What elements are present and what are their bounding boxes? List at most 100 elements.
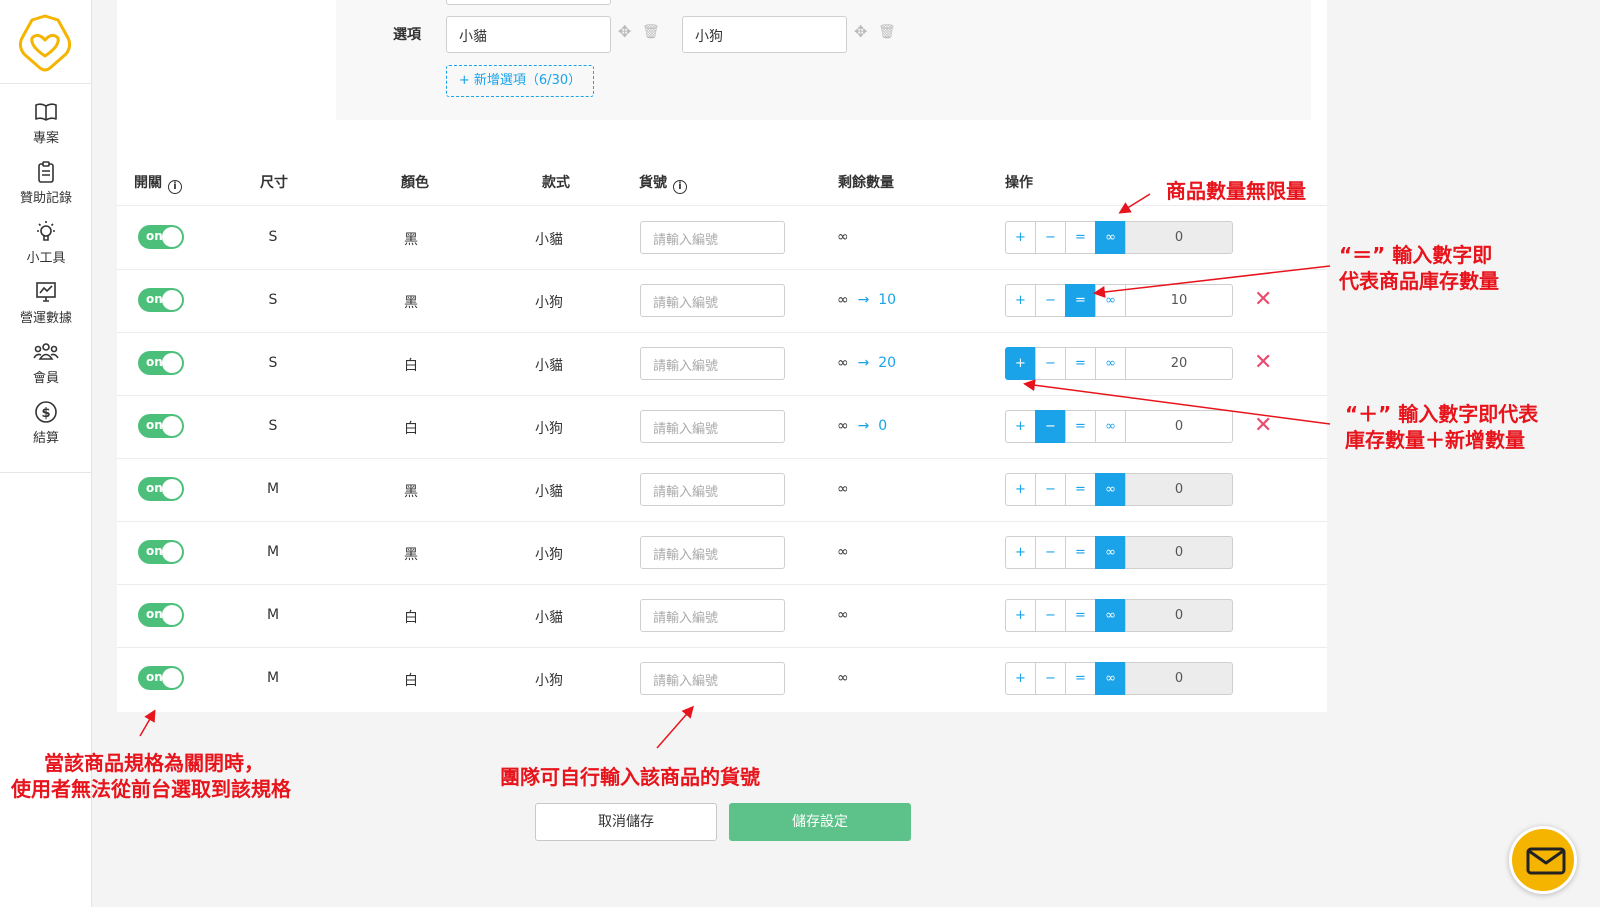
option-input-2[interactable]: 小狗 <box>682 16 847 53</box>
op-button-plus[interactable]: + <box>1005 347 1035 380</box>
quantity-input[interactable]: 0 <box>1125 536 1233 569</box>
sku-input[interactable]: 請輸入編號 <box>640 284 785 317</box>
close-icon[interactable]: ✕ <box>1254 289 1272 311</box>
drag-move-icon[interactable]: ✥ <box>618 24 631 40</box>
sku-input[interactable]: 請輸入編號 <box>640 662 785 695</box>
op-button-minus[interactable]: − <box>1035 284 1065 317</box>
sku-input[interactable]: 請輸入編號 <box>640 221 785 254</box>
infinity-value: ∞ <box>837 670 849 686</box>
sku-input[interactable]: 請輸入編號 <box>640 410 785 443</box>
op-button-plus[interactable]: + <box>1005 221 1035 254</box>
op-button-infinity[interactable]: ∞ <box>1095 221 1125 254</box>
op-button-minus[interactable]: − <box>1035 221 1065 254</box>
info-icon[interactable]: i <box>168 180 182 194</box>
sku-input[interactable]: 請輸入編號 <box>640 473 785 506</box>
quantity-input[interactable]: 0 <box>1125 473 1233 506</box>
quantity-input[interactable]: 0 <box>1125 662 1233 695</box>
op-button-infinity[interactable]: ∞ <box>1095 284 1125 317</box>
op-button-plus[interactable]: + <box>1005 536 1035 569</box>
annotation-equals-line2: 代表商品庫存數量 <box>1339 269 1499 293</box>
sidebar-item-sponsor-records[interactable]: 贊助記錄 <box>0 160 92 206</box>
quantity-input[interactable]: 10 <box>1125 284 1233 317</box>
op-button-equals[interactable]: = <box>1065 599 1095 632</box>
quantity-input[interactable]: 20 <box>1125 347 1233 380</box>
remaining-quantity: ∞ <box>837 544 849 560</box>
variant-toggle[interactable]: on <box>138 414 184 438</box>
trash-icon[interactable]: 🗑 <box>878 24 896 40</box>
variant-toggle[interactable]: on <box>138 351 184 375</box>
sidebar-item-analytics[interactable]: 營運數據 <box>0 280 92 326</box>
drag-move-icon[interactable]: ✥ <box>854 24 867 40</box>
op-button-minus[interactable]: − <box>1035 347 1065 380</box>
variant-toggle[interactable]: on <box>138 603 184 627</box>
toggle-knob <box>162 227 182 247</box>
op-button-minus[interactable]: − <box>1035 662 1065 695</box>
size-cell: S <box>268 292 278 308</box>
sidebar-item-settlement[interactable]: $ 結算 <box>0 400 92 446</box>
sidebar-item-tools[interactable]: 小工具 <box>0 220 92 266</box>
op-button-plus[interactable]: + <box>1005 284 1035 317</box>
new-quantity: 10 <box>878 292 897 308</box>
envelope-icon <box>1526 847 1566 875</box>
brand-logo[interactable] <box>0 0 92 84</box>
op-button-equals[interactable]: = <box>1065 536 1095 569</box>
cancel-button[interactable]: 取消儲存 <box>535 803 717 841</box>
variant-toggle[interactable]: on <box>138 225 184 249</box>
op-button-infinity[interactable]: ∞ <box>1095 410 1125 443</box>
variant-toggle[interactable]: on <box>138 477 184 501</box>
close-icon[interactable]: ✕ <box>1254 415 1272 437</box>
new-quantity: 20 <box>878 355 897 371</box>
dollar-icon: $ <box>35 401 57 423</box>
op-button-infinity[interactable]: ∞ <box>1095 536 1125 569</box>
trash-icon[interactable]: 🗑 <box>642 24 660 40</box>
sidebar-item-members[interactable]: 會員 <box>0 340 92 386</box>
table-row: on M 白小貓 請輸入編號 ∞ + − = ∞ 0 <box>117 584 1327 647</box>
table-row: on S 白小狗 請輸入編號 ∞ → 0 + − = ∞ 0 ✕ <box>117 395 1327 458</box>
op-button-minus[interactable]: − <box>1035 473 1065 506</box>
save-button[interactable]: 儲存設定 <box>729 803 911 841</box>
quantity-input[interactable]: 0 <box>1125 599 1233 632</box>
op-button-infinity[interactable]: ∞ <box>1095 599 1125 632</box>
variant-toggle[interactable]: on <box>138 288 184 312</box>
size-cell: S <box>268 229 278 245</box>
op-button-minus[interactable]: − <box>1035 536 1065 569</box>
op-button-plus[interactable]: + <box>1005 410 1035 443</box>
sidebar-item-projects[interactable]: 專案 <box>0 100 92 146</box>
op-button-minus[interactable]: − <box>1035 410 1065 443</box>
quantity-input[interactable]: 0 <box>1125 410 1233 443</box>
variant-toggle[interactable]: on <box>138 540 184 564</box>
variant-toggle[interactable]: on <box>138 666 184 690</box>
sku-input[interactable]: 請輸入編號 <box>640 347 785 380</box>
annotation-toggle-line2: 使用者無法從前台選取到該規格 <box>11 777 291 801</box>
op-button-equals[interactable]: = <box>1065 347 1095 380</box>
op-button-equals[interactable]: = <box>1065 284 1095 317</box>
message-button[interactable] <box>1509 826 1577 894</box>
op-button-equals[interactable]: = <box>1065 410 1095 443</box>
table-row: on S 黑小貓 請輸入編號 ∞ + − = ∞ 0 <box>117 206 1327 269</box>
option-input-above[interactable] <box>446 0 611 5</box>
op-button-infinity[interactable]: ∞ <box>1095 662 1125 695</box>
close-icon[interactable]: ✕ <box>1254 352 1272 374</box>
sku-input[interactable]: 請輸入編號 <box>640 599 785 632</box>
op-button-equals[interactable]: = <box>1065 662 1095 695</box>
remaining-quantity: ∞ <box>837 229 849 245</box>
op-button-plus[interactable]: + <box>1005 599 1035 632</box>
toggle-knob <box>162 479 182 499</box>
op-button-equals[interactable]: = <box>1065 221 1095 254</box>
toggle-label: on <box>146 481 163 495</box>
op-button-plus[interactable]: + <box>1005 473 1035 506</box>
op-button-infinity[interactable]: ∞ <box>1095 347 1125 380</box>
arrow-toggle <box>139 709 156 737</box>
op-button-equals[interactable]: = <box>1065 473 1095 506</box>
add-option-button[interactable]: + 新增選項（6/30） <box>446 65 594 97</box>
info-icon[interactable]: i <box>673 180 687 194</box>
sidebar-item-label: 小工具 <box>26 251 66 266</box>
sku-input[interactable]: 請輸入編號 <box>640 536 785 569</box>
toggle-label: on <box>146 355 163 369</box>
option-input-1[interactable]: 小貓 <box>446 16 611 53</box>
quantity-input[interactable]: 0 <box>1125 221 1233 254</box>
op-button-infinity[interactable]: ∞ <box>1095 473 1125 506</box>
op-button-plus[interactable]: + <box>1005 662 1035 695</box>
op-button-minus[interactable]: − <box>1035 599 1065 632</box>
infinity-value: ∞ <box>837 418 849 434</box>
